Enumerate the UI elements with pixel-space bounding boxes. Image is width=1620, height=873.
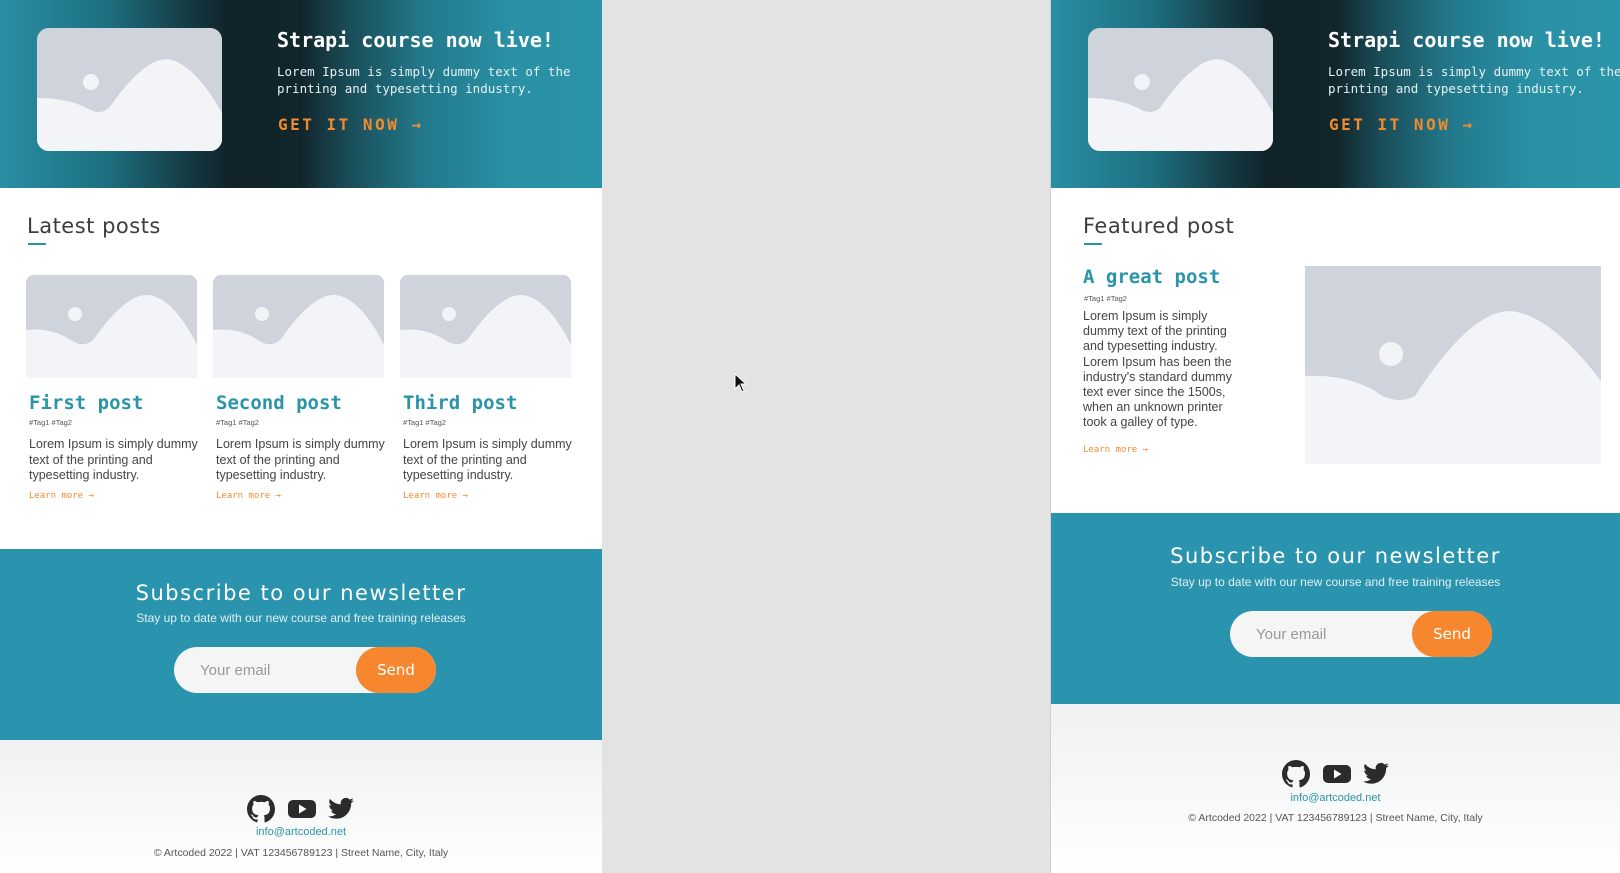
mouse-cursor-icon [734,373,748,393]
social-links [0,795,602,823]
email-input[interactable] [1230,611,1410,657]
hero-banner: Strapi course now live! Lorem Ipsum is s… [1051,0,1620,188]
hero-image-placeholder [1088,28,1273,151]
featured-post-excerpt: Lorem Ipsum is simply dummy text of the … [1083,309,1232,430]
footer-email-link[interactable]: info@artcoded.net [1051,792,1620,804]
learn-more-link[interactable]: Learn more → [403,491,468,501]
featured-post-tags: #Tag1 #Tag2 [1084,294,1127,303]
post-card[interactable]: First post #Tag1 #Tag2 Lorem Ipsum is si… [26,275,198,515]
newsletter-title: Subscribe to our newsletter [135,581,467,605]
newsletter-form: Send [1230,611,1492,657]
hero-banner: Strapi course now live! Lorem Ipsum is s… [0,0,602,188]
image-placeholder-icon [213,275,384,378]
image-placeholder-icon [26,275,197,378]
get-it-now-link[interactable]: GET IT NOW → [278,115,424,134]
youtube-icon[interactable] [287,795,316,823]
post-image-placeholder [213,275,384,378]
image-placeholder-icon [1305,266,1601,464]
post-tags: #Tag1 #Tag2 [29,418,72,427]
post-card[interactable]: Third post #Tag1 #Tag2 Lorem Ipsum is si… [400,275,572,515]
learn-more-link[interactable]: Learn more → [216,491,281,501]
post-title[interactable]: Third post [403,392,517,414]
featured-post-title[interactable]: A great post [1083,266,1220,288]
post-image-placeholder [26,275,197,378]
hero-image-placeholder [37,28,222,151]
hero-subtitle: Lorem Ipsum is simply dummy text of the … [1328,64,1620,96]
github-icon[interactable] [1281,760,1310,788]
image-placeholder-icon [1088,28,1273,151]
learn-more-link[interactable]: Learn more → [29,491,94,501]
social-links [1051,760,1620,788]
preview-panel-latest: Strapi course now live! Lorem Ipsum is s… [0,0,602,873]
post-excerpt: Lorem Ipsum is simply dummy text of the … [403,437,572,482]
heading-underline [1084,243,1102,245]
post-title[interactable]: First post [29,392,143,414]
preview-panel-featured: Strapi course now live! Lorem Ipsum is s… [1051,0,1620,873]
image-placeholder-icon [37,28,222,151]
latest-posts-heading: Latest posts [27,214,161,238]
newsletter-subtitle: Stay up to date with our new course and … [1170,575,1501,589]
footer: info@artcoded.net © Artcoded 2022 | VAT … [1051,704,1620,873]
image-placeholder-icon [400,275,571,378]
newsletter-subtitle: Stay up to date with our new course and … [136,611,466,625]
newsletter-form: Send [174,647,436,693]
get-it-now-link[interactable]: GET IT NOW → [1329,115,1475,134]
newsletter-title: Subscribe to our newsletter [1170,544,1501,568]
email-input[interactable] [174,647,354,693]
send-button[interactable]: Send [1412,611,1492,657]
post-tags: #Tag1 #Tag2 [403,418,446,427]
github-icon[interactable] [247,795,276,823]
footer-copyright: © Artcoded 2022 | VAT 123456789123 | Str… [1188,812,1483,824]
footer-email-link[interactable]: info@artcoded.net [0,826,602,838]
heading-underline [28,243,46,245]
post-card[interactable]: Second post #Tag1 #Tag2 Lorem Ipsum is s… [213,275,385,515]
hero-subtitle: Lorem Ipsum is simply dummy text of the … [277,64,571,96]
twitter-icon[interactable] [1362,760,1390,788]
featured-image-placeholder [1305,266,1601,464]
post-excerpt: Lorem Ipsum is simply dummy text of the … [216,437,385,482]
newsletter-section: Subscribe to our newsletter Stay up to d… [0,549,602,740]
footer-copyright: © Artcoded 2022 | VAT 123456789123 | Str… [153,847,449,859]
hero-title: Strapi course now live! [277,28,554,52]
newsletter-section: Subscribe to our newsletter Stay up to d… [1051,513,1620,704]
send-button[interactable]: Send [356,647,436,693]
post-image-placeholder [400,275,571,378]
post-title[interactable]: Second post [216,392,342,414]
post-excerpt: Lorem Ipsum is simply dummy text of the … [29,437,198,482]
twitter-icon[interactable] [327,795,355,823]
post-tags: #Tag1 #Tag2 [216,418,259,427]
hero-title: Strapi course now live! [1328,28,1605,52]
footer: info@artcoded.net © Artcoded 2022 | VAT … [0,740,602,873]
learn-more-link[interactable]: Learn more → [1083,445,1148,455]
youtube-icon[interactable] [1322,760,1351,788]
featured-post-heading: Featured post [1083,214,1235,238]
